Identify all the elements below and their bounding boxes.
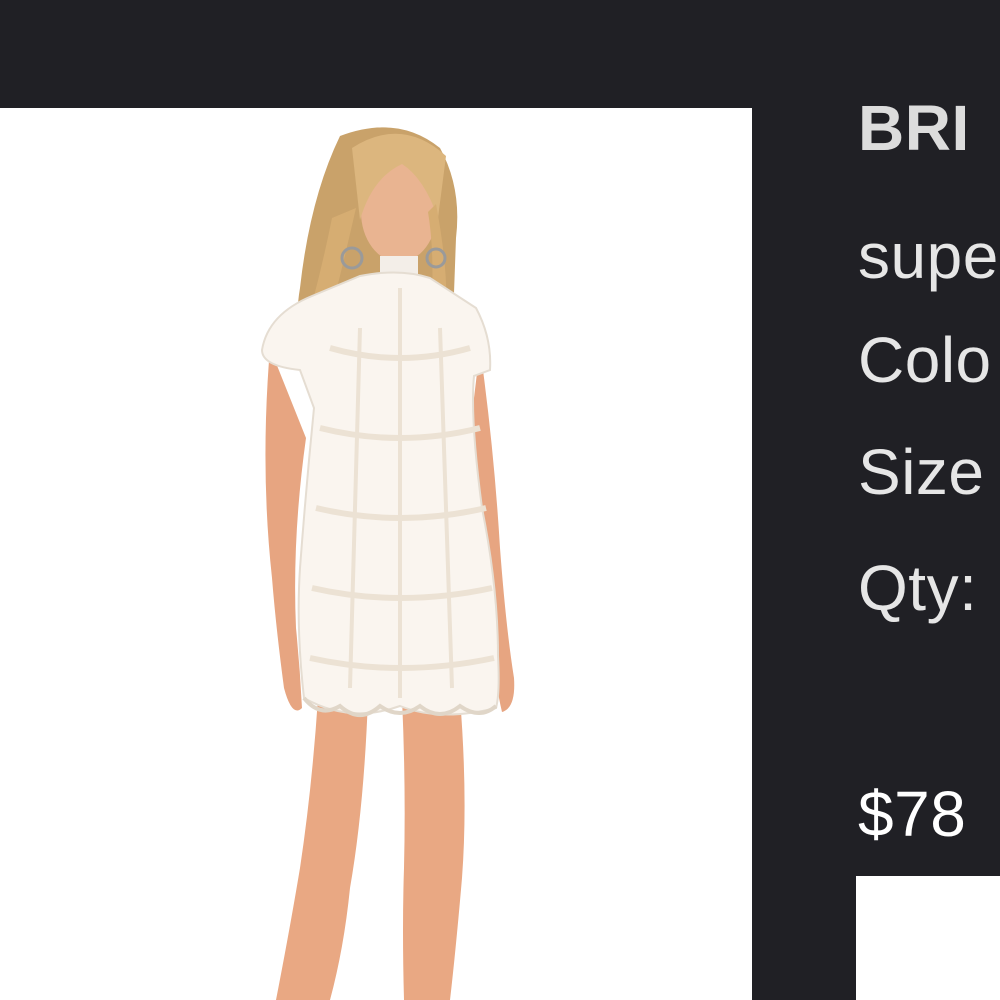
- product-image[interactable]: [0, 108, 752, 1000]
- qty-label: Qty:: [858, 552, 978, 624]
- product-brand: supe: [858, 220, 999, 292]
- size-label: Size: [858, 436, 985, 508]
- header-bar: [0, 0, 1000, 108]
- product-details: BRI supe Colo Size Qty: $78: [858, 90, 1000, 1000]
- product-name[interactable]: BRI: [858, 90, 970, 166]
- color-label: Colo: [858, 324, 992, 396]
- model-dress-photo: [260, 127, 515, 1000]
- action-button[interactable]: [856, 876, 1000, 1000]
- product-price: $78: [858, 778, 967, 850]
- cart-page: BRI supe Colo Size Qty: $78: [0, 0, 1000, 1000]
